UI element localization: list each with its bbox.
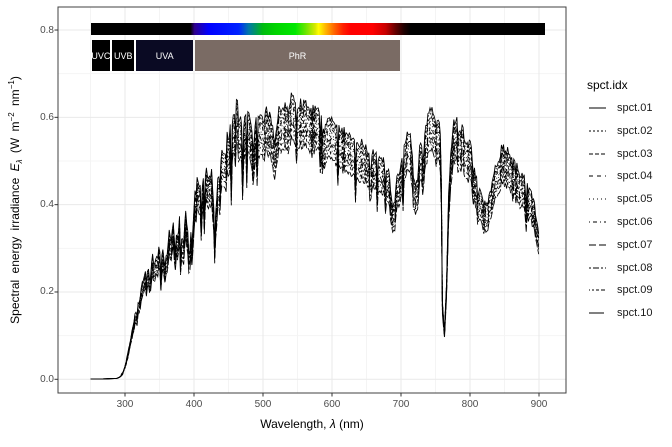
legend-key-line bbox=[589, 262, 606, 274]
legend-key-line bbox=[589, 307, 606, 319]
legend-item-spct.02: spct.02 bbox=[589, 120, 652, 142]
lambda-subscript: λ bbox=[15, 159, 24, 163]
waveband-uva: UVA bbox=[136, 40, 193, 71]
y-title-units-3: ) bbox=[8, 76, 22, 80]
legend-item-label: spct.05 bbox=[617, 193, 652, 205]
E-symbol: E bbox=[8, 163, 22, 171]
x-tick-label: 400 bbox=[177, 399, 211, 410]
legend-item-label: spct.08 bbox=[617, 262, 652, 274]
legend-item-spct.09: spct.09 bbox=[589, 279, 652, 301]
legend-key-line bbox=[589, 216, 606, 228]
x-tick-label: 900 bbox=[522, 399, 556, 410]
y-axis-title: Spectral energy irradiance Eλ (W m−2 nm−… bbox=[8, 76, 22, 324]
legend-key-line bbox=[589, 148, 606, 160]
x-tick-label: 300 bbox=[108, 399, 142, 410]
legend-item-spct.08: spct.08 bbox=[589, 257, 652, 279]
legend-key-line bbox=[589, 284, 606, 296]
legend-item-label: spct.01 bbox=[617, 102, 652, 114]
legend-item-label: spct.09 bbox=[617, 284, 652, 296]
legend-item-label: spct.07 bbox=[617, 239, 652, 251]
legend-item-spct.06: spct.06 bbox=[589, 211, 652, 233]
y-tick-label: 0.0 bbox=[18, 374, 54, 385]
waveband-phr: PhR bbox=[195, 40, 400, 71]
exp-minus1: −1 bbox=[7, 80, 16, 89]
x-tick-label: 800 bbox=[453, 399, 487, 410]
legend-key-line bbox=[589, 170, 606, 182]
legend-item-label: spct.06 bbox=[617, 216, 652, 228]
y-title-text: Spectral energy irradiance bbox=[8, 171, 22, 323]
x-tick-label: 700 bbox=[384, 399, 418, 410]
visible-spectrum-bar bbox=[91, 23, 545, 35]
legend-key-line bbox=[589, 193, 606, 205]
x-axis-title: Wavelength, λ (nm) bbox=[58, 417, 566, 431]
spectral-irradiance-plot: UVCUVB UVA PhR 0.0 0.2 0.4 0.6 0.8 300 400 500 600… bbox=[0, 0, 672, 447]
legend-item-spct.03: spct.03 bbox=[589, 143, 652, 165]
legend-item-spct.05: spct.05 bbox=[589, 188, 652, 210]
x-title-text: Wavelength, bbox=[260, 417, 330, 431]
legend-item-spct.04: spct.04 bbox=[589, 165, 652, 187]
exp-minus2: −2 bbox=[7, 112, 16, 121]
y-tick-label: 0.4 bbox=[18, 199, 54, 210]
x-tick-label: 600 bbox=[315, 399, 349, 410]
legend-item-spct.07: spct.07 bbox=[589, 234, 652, 256]
y-title-units-1: (W m bbox=[8, 121, 22, 159]
x-title-units: (nm) bbox=[336, 417, 364, 431]
waveband-label: UVA bbox=[156, 51, 174, 61]
legend-key-line bbox=[589, 239, 606, 251]
legend-item-label: spct.03 bbox=[617, 148, 652, 160]
legend-title: spct.idx bbox=[587, 78, 628, 92]
waveband-label: UVC bbox=[92, 51, 111, 61]
legend-key-line bbox=[589, 102, 606, 114]
waveband-uvb: UVB bbox=[112, 40, 134, 71]
x-tick-label: 500 bbox=[246, 399, 280, 410]
legend-item-label: spct.04 bbox=[617, 170, 652, 182]
waveband-uvc: UVC bbox=[92, 40, 111, 71]
legend-item-spct.01: spct.01 bbox=[589, 97, 652, 119]
y-title-units-2: nm bbox=[8, 89, 22, 112]
legend-key-line bbox=[589, 125, 606, 137]
y-tick-label: 0.2 bbox=[18, 286, 54, 297]
legend-item-spct.10: spct.10 bbox=[589, 302, 652, 324]
legend-item-label: spct.02 bbox=[617, 125, 652, 137]
y-tick-label: 0.6 bbox=[18, 112, 54, 123]
y-tick-label: 0.8 bbox=[18, 25, 54, 36]
waveband-label: UVB bbox=[114, 51, 133, 61]
legend-item-label: spct.10 bbox=[617, 307, 652, 319]
waveband-label: PhR bbox=[289, 51, 307, 61]
